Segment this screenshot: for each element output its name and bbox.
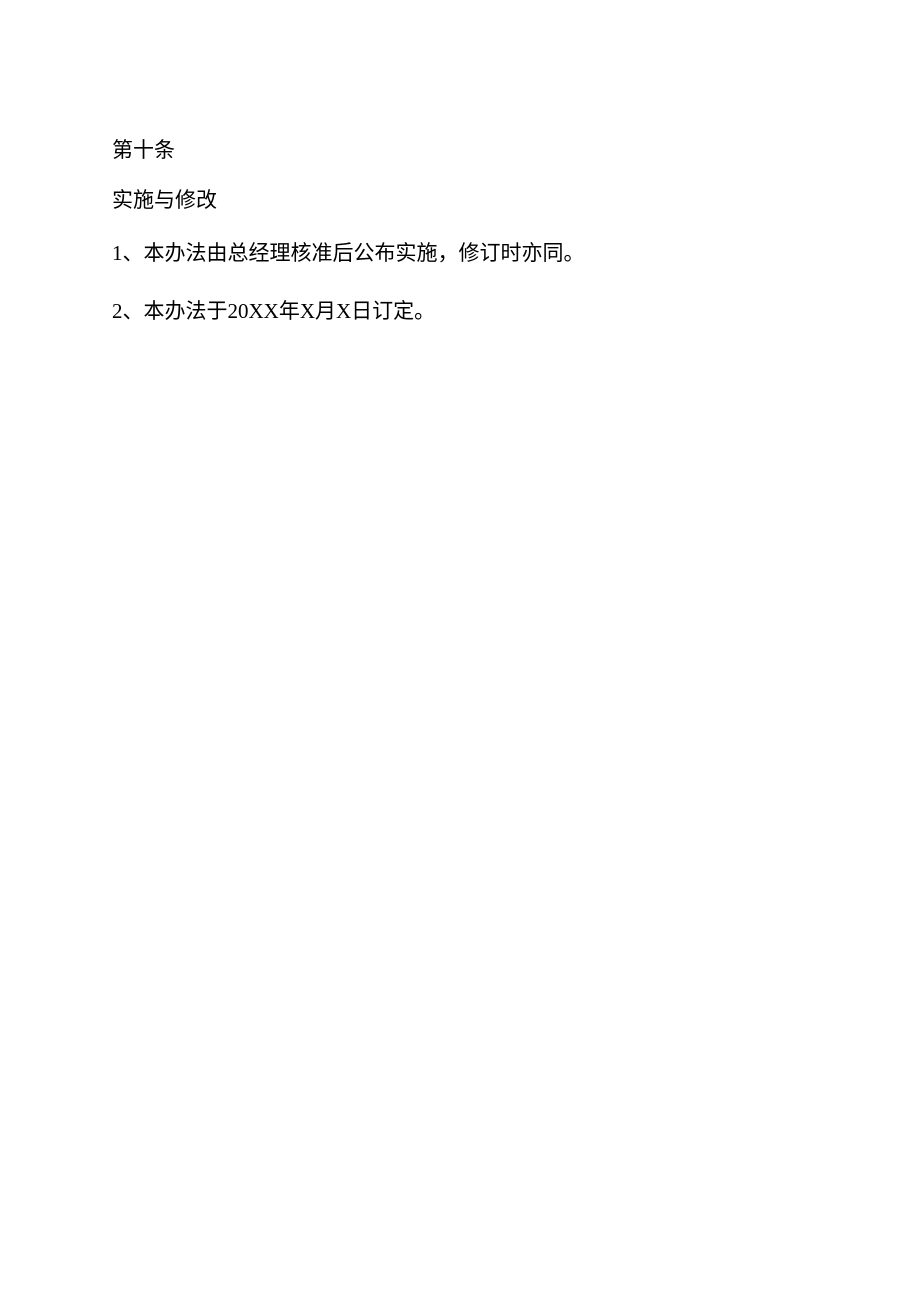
numbered-item: 2、本办法于20XX年X月X日订定。 [112, 296, 820, 328]
section-heading: 实施与修改 [112, 185, 820, 217]
numbered-item: 1、本办法由总经理核准后公布实施，修订时亦同。 [112, 238, 820, 270]
article-heading: 第十条 [112, 135, 820, 167]
